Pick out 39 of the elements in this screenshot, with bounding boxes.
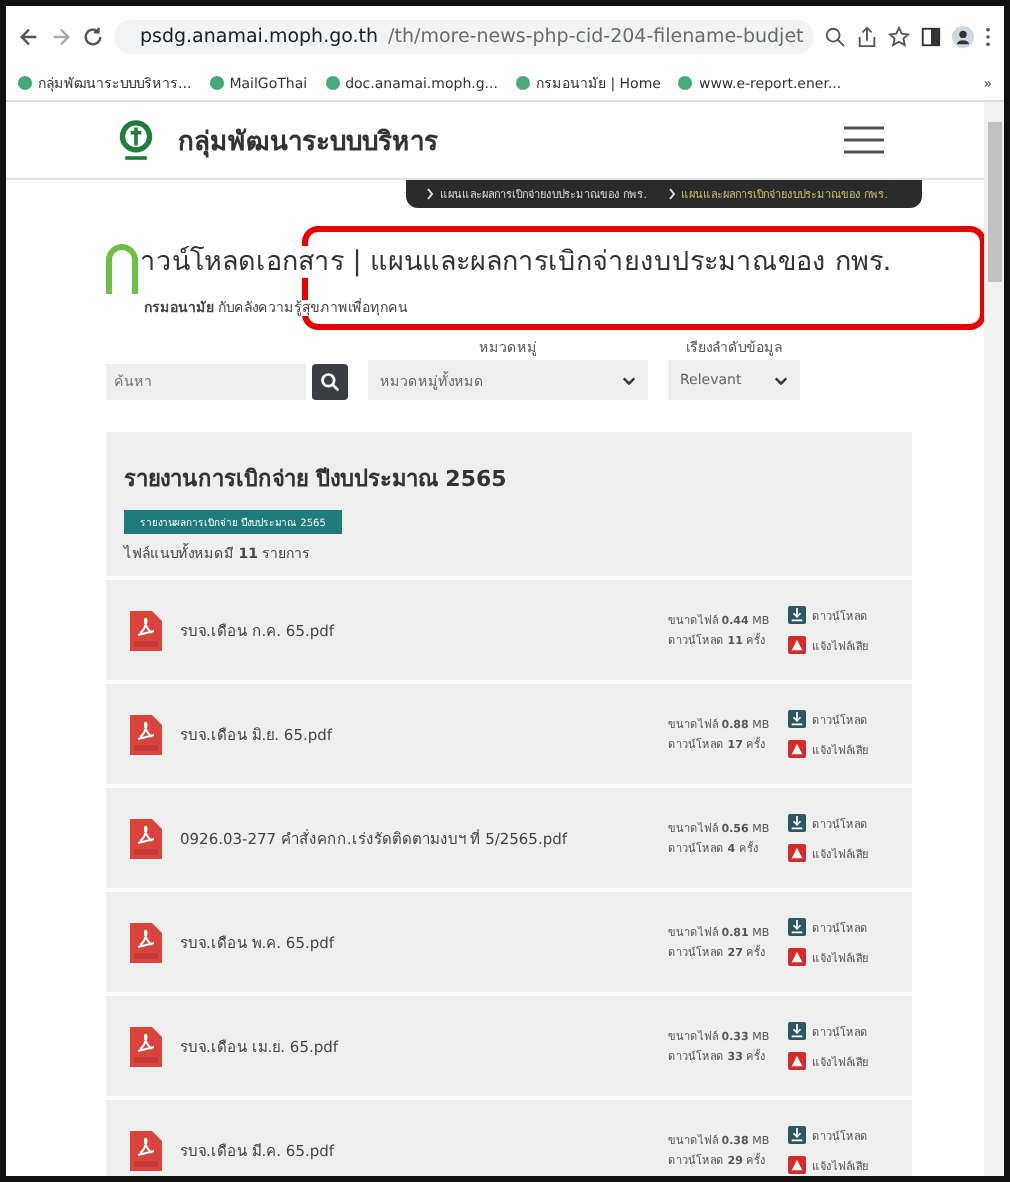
download-icon: [788, 918, 806, 936]
pdf-file-icon: [130, 713, 162, 755]
pdf-file-icon: [130, 609, 162, 651]
pdf-file-icon: [130, 1129, 162, 1171]
warning-icon: [788, 844, 806, 862]
warning-icon: [788, 636, 806, 654]
search-icon[interactable]: [824, 25, 846, 47]
chevron-icon: [667, 188, 675, 200]
chevron-icon: [774, 375, 788, 385]
section-title: รายงานการเบิกจ่าย ปีงบประมาณ 2565: [122, 464, 509, 496]
warning-icon: [788, 740, 806, 758]
pdf-file-icon: [130, 921, 162, 963]
download-icon: [788, 606, 806, 624]
search-icon: [320, 372, 340, 392]
page-title: าวน์โหลดเอกสาร | แผนและผลการเบิกจ่ายงบประมาณของ กพร.: [140, 245, 892, 277]
search-button[interactable]: [312, 364, 348, 400]
download-icon: [788, 1126, 806, 1144]
warning-icon: [788, 1052, 806, 1070]
chevron-icon: [426, 188, 434, 200]
reload-icon[interactable]: [82, 25, 104, 47]
chevron-icon: [622, 375, 636, 385]
download-icon: [788, 1022, 806, 1040]
warning-icon: [788, 1156, 806, 1174]
back-icon[interactable]: [18, 25, 40, 47]
profile-icon[interactable]: [952, 25, 974, 47]
download-icon: [788, 814, 806, 832]
pdf-file-icon: [130, 817, 162, 859]
scrollbar[interactable]: [984, 102, 1004, 1176]
star-icon[interactable]: [888, 25, 910, 47]
logo-icon[interactable]: [118, 118, 154, 162]
menu-icon[interactable]: [984, 25, 992, 47]
menu-icon[interactable]: [844, 126, 884, 154]
warning-icon: [788, 948, 806, 966]
share-icon[interactable]: [856, 25, 878, 47]
side-panel-icon[interactable]: [920, 25, 942, 47]
download-icon: [788, 710, 806, 728]
pdf-file-icon: [130, 1025, 162, 1067]
site-title[interactable]: กลุ่มพัฒนาระบบบริหาร: [178, 119, 438, 161]
address-bar[interactable]: psdg.anamai.moph.go.th /th/more-news-php-cid-204-filename-budjet: [114, 19, 814, 53]
